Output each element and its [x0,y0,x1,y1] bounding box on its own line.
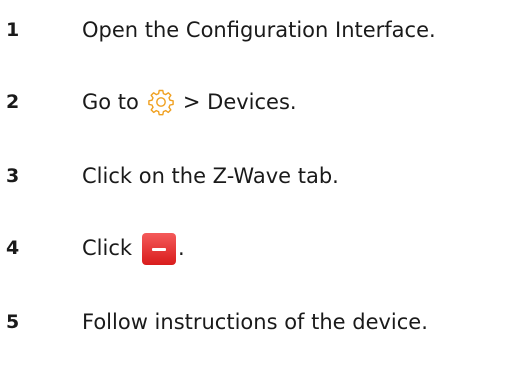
step-text: Go to > Devices. [82,82,297,122]
step-number: 5 [6,311,20,333]
instruction-steps: 1 Open the Configuration Interface. 2 Go… [0,0,521,365]
step-3: 3 Click on the Z-Wave tab. [0,156,521,196]
step-text-after: > Devices. [182,90,297,114]
step-text: Open the Configuration Interface. [82,18,436,42]
step-text: Click on the Z-Wave tab. [82,164,339,188]
step-number: 1 [6,19,20,41]
step-number: 2 [6,91,20,113]
step-number: 3 [6,165,20,187]
step-text-before: Go to [82,90,139,114]
step-5: 5 Follow instructions of the device. [0,302,521,342]
step-1: 1 Open the Configuration Interface. [0,10,521,50]
gear-icon [147,88,175,116]
step-2: 2 Go to > Devices. [0,82,521,122]
step-text: Click . [82,228,185,268]
remove-button-icon [142,233,177,265]
step-4: 4 Click . [0,228,521,268]
step-text-after: . [178,236,185,260]
step-number: 4 [6,237,20,259]
step-text-before: Click [82,236,133,260]
step-text: Follow instructions of the device. [82,310,428,334]
